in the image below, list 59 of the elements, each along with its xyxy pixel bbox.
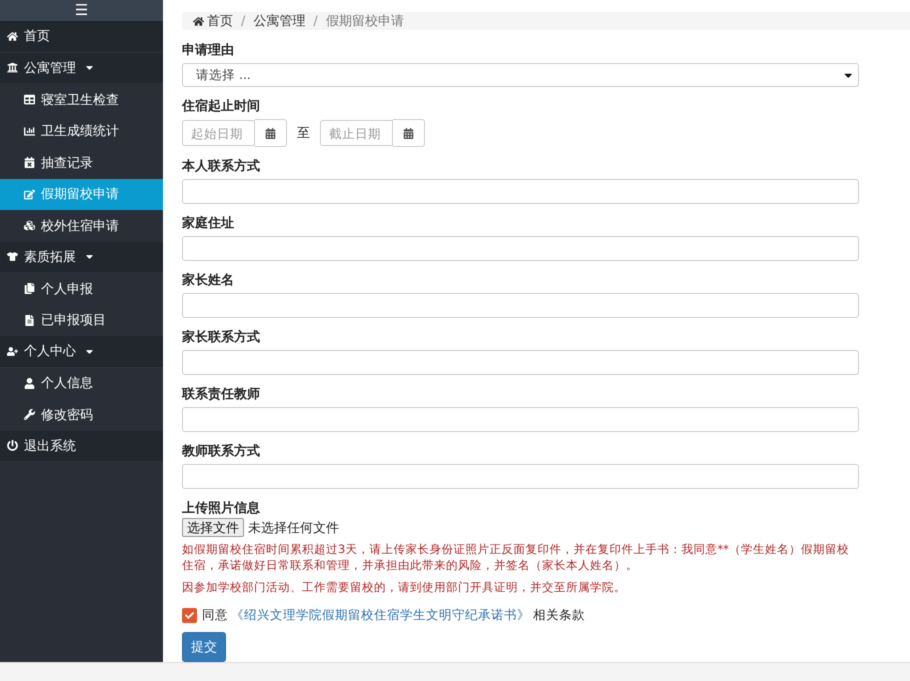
- sidebar-item[interactable]: 个人中心: [0, 336, 163, 368]
- user-plus-icon: [7, 346, 18, 357]
- home-icon: [7, 30, 18, 42]
- sidebar-item[interactable]: 公寓管理: [0, 52, 163, 84]
- input-field[interactable]: [182, 407, 859, 432]
- check-icon: [185, 611, 194, 620]
- input-field[interactable]: [182, 350, 859, 375]
- calendar-button[interactable]: [393, 119, 425, 147]
- breadcrumb-separator: /: [241, 14, 246, 28]
- user-icon: [24, 378, 35, 389]
- select-field[interactable]: 请选择 ...: [182, 63, 859, 87]
- breadcrumb-link[interactable]: 首页: [193, 12, 233, 30]
- breadcrumb-separator: /: [313, 14, 318, 28]
- menu-toggle[interactable]: ☰: [74, 3, 88, 18]
- sidebar-item[interactable]: 退出系统: [0, 430, 163, 462]
- input-field[interactable]: [182, 236, 859, 261]
- breadcrumb-current: 假期留校申请: [326, 13, 404, 30]
- calendar-icon: [24, 157, 35, 168]
- field-label: 住宿起止时间: [182, 98, 261, 116]
- input-field[interactable]: [182, 293, 859, 318]
- sidebar-item[interactable]: 首页: [0, 21, 163, 52]
- breadcrumb-link[interactable]: 公寓管理: [253, 12, 306, 30]
- bar-chart-icon: [24, 126, 35, 137]
- field-label: 本人联系方式: [182, 158, 261, 176]
- file-icon: [24, 314, 35, 326]
- notice-text: 如假期留校住宿时间累积超过3天，请上传家长身份证照片正反面复印件，并在复印件上手书：我同意**（学生姓名）假期留校住宿，承诺做好日常联系和管理，并承担由此带来的风险，并签名（家长本人姓名）。: [182, 541, 850, 573]
- start-date-field[interactable]: 起始日期: [182, 120, 255, 146]
- home-icon: [193, 16, 204, 26]
- field-label: 家庭住址: [182, 215, 235, 233]
- file-status: 未选择任何文件: [248, 520, 339, 536]
- shirt-icon: [7, 251, 18, 262]
- power-icon: [7, 440, 18, 452]
- bank-icon: [7, 62, 18, 74]
- edit-icon: [24, 188, 35, 200]
- sidebar-item[interactable]: 素质拓展: [0, 242, 163, 273]
- field-label: 联系责任教师: [182, 386, 261, 404]
- notice-text: 因参加学校部门活动、工作需要留校的，请到使用部门开具证明，并交至所属学院。: [182, 579, 627, 595]
- field-label: 家长姓名: [182, 272, 235, 290]
- table-icon: [24, 94, 35, 106]
- wrench-icon: [24, 409, 35, 420]
- field-label: 申请理由: [182, 42, 235, 60]
- end-date-field[interactable]: 截止日期: [320, 120, 393, 146]
- agreement-text: 相关条款: [533, 607, 585, 624]
- field-label: 上传照片信息: [182, 500, 261, 518]
- agreement-link[interactable]: 《绍兴文理学院假期留校住宿学生文明守纪承诺书》: [231, 607, 530, 624]
- range-separator: 至: [297, 125, 310, 142]
- agreement-text: 同意: [202, 607, 228, 624]
- calendar-icon: [265, 128, 276, 138]
- cubes-icon: [24, 220, 35, 232]
- choose-file-button[interactable]: 选择文件: [182, 518, 244, 537]
- calendar-icon: [403, 128, 414, 138]
- calendar-button[interactable]: [255, 119, 287, 147]
- files-icon: [24, 283, 35, 294]
- field-label: 家长联系方式: [182, 329, 261, 347]
- input-field[interactable]: [182, 179, 859, 204]
- checkbox[interactable]: [182, 608, 197, 623]
- input-field[interactable]: [182, 464, 859, 489]
- field-label: 教师联系方式: [182, 443, 261, 461]
- submit-button[interactable]: 提交: [182, 632, 226, 662]
